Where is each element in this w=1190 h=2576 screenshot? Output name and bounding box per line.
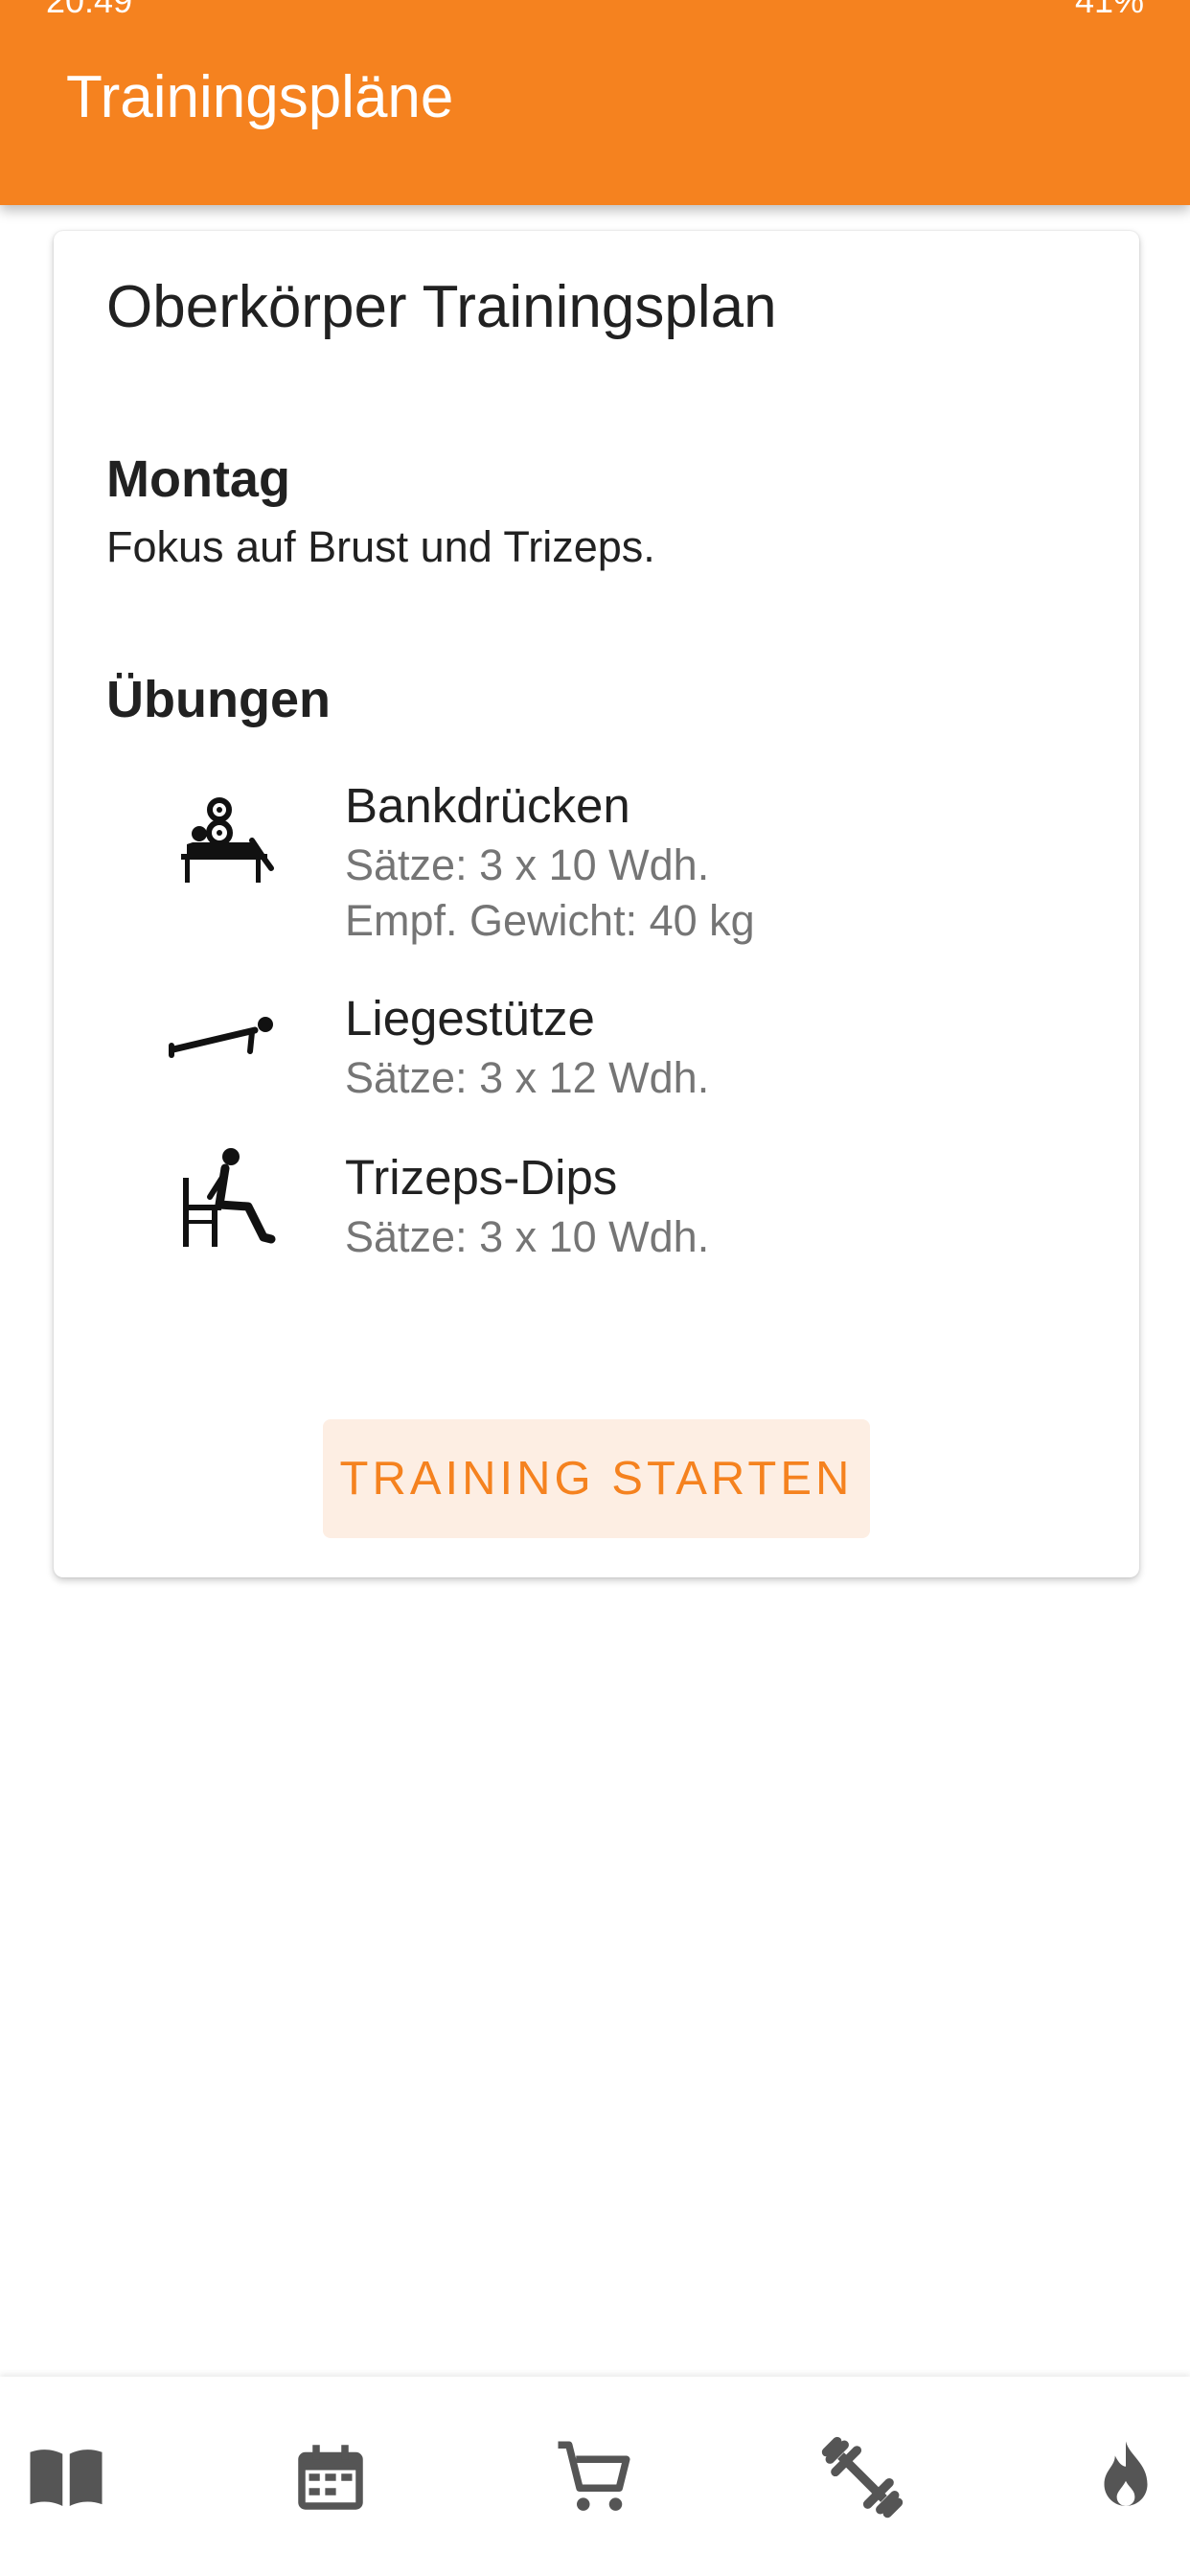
exercise-name: Trizeps-Dips [345,1150,618,1205]
plan-title: Oberkörper Trainingsplan [106,274,777,340]
exercise-item-push-ups: Liegestütze Sätze: 3 x 12 Wdh. [54,990,1139,1124]
push-up-icon [169,1017,273,1058]
exercise-sets: Sätze: 3 x 10 Wdh. [345,1212,710,1261]
tricep-dips-icon [183,1148,276,1247]
exercise-item-bench-press: Bankdrücken Sätze: 3 x 10 Wdh. Empf. Gew… [54,777,1139,969]
exercises-heading: Übungen [106,671,331,728]
cart-icon[interactable] [551,2434,637,2520]
exercise-item-tricep-dips: Trizeps-Dips Sätze: 3 x 10 Wdh. [54,1148,1139,1283]
app-bar: 20:49 41% Trainingspläne [0,0,1190,205]
calendar-icon[interactable] [287,2434,374,2520]
page-title: Trainingspläne [66,64,454,130]
start-training-button[interactable]: TRAINING STARTEN [323,1419,870,1538]
exercise-name: Bankdrücken [345,778,630,833]
exercise-sets: Sätze: 3 x 10 Wdh. [345,840,710,889]
status-battery: 41% [1075,0,1144,15]
book-icon[interactable] [23,2434,109,2520]
plan-day: Montag [106,450,290,508]
exercise-name: Liegestütze [345,991,595,1046]
plan-focus: Fokus auf Brust und Trizeps. [106,522,655,571]
bench-press-icon [181,797,274,883]
bottom-navigation [0,2377,1190,2576]
status-time: 20:49 [46,0,132,15]
status-bar: 20:49 41% [46,0,1144,15]
exercise-sets: Sätze: 3 x 12 Wdh. [345,1053,710,1102]
exercise-weight: Empf. Gewicht: 40 kg [345,896,755,945]
dumbbell-icon[interactable] [819,2434,905,2520]
training-plan-card: Oberkörper Trainingsplan Montag Fokus au… [54,231,1139,1577]
flame-icon[interactable] [1083,2434,1169,2520]
